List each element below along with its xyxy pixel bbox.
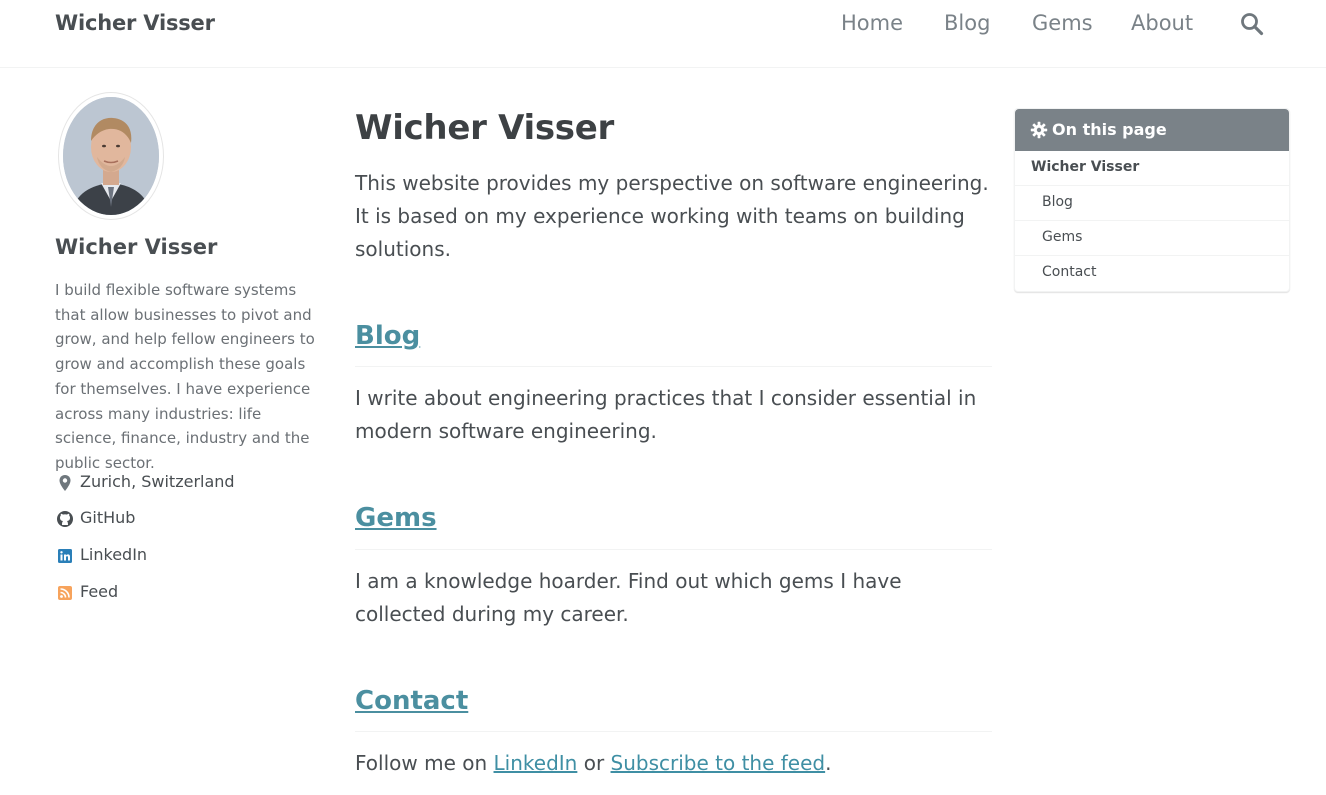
map-marker-icon xyxy=(56,474,74,492)
divider xyxy=(355,549,992,550)
nav-gems[interactable]: Gems xyxy=(1032,11,1093,35)
intro-text: This website provides my perspective on … xyxy=(355,171,989,261)
github-label: GitHub xyxy=(80,508,136,527)
toc-title: On this page xyxy=(1052,120,1167,139)
toc-header: On this page xyxy=(1015,109,1289,151)
nav-blog[interactable]: Blog xyxy=(944,11,990,35)
gems-text: I am a knowledge hoarder. Find out which… xyxy=(355,569,902,626)
author-bio: I build flexible software systems that a… xyxy=(55,281,315,472)
search-icon[interactable] xyxy=(1240,12,1264,36)
blog-heading-link[interactable]: Blog xyxy=(355,321,420,351)
gear-icon xyxy=(1030,121,1048,139)
toc-item-gems[interactable]: Gems xyxy=(1015,221,1289,256)
site-title[interactable]: Wicher Visser xyxy=(55,11,215,35)
toc-item-label: Wicher Visser xyxy=(1031,159,1140,175)
github-icon xyxy=(56,510,74,528)
section-heading-blog: Blog xyxy=(355,321,420,351)
feed-label: Feed xyxy=(80,582,119,601)
author-photo xyxy=(63,97,159,215)
contact-heading-link[interactable]: Contact xyxy=(355,686,468,716)
gems-heading-link[interactable]: Gems xyxy=(355,503,437,533)
author-name: Wicher Visser xyxy=(55,235,218,259)
avatar xyxy=(58,92,164,220)
blog-text: I write about engineering practices that… xyxy=(355,386,977,443)
location-label: Zurich, Switzerland xyxy=(80,472,235,491)
toc: On this page Wicher Visser Blog Gems Con… xyxy=(1014,108,1290,292)
section-heading-contact: Contact xyxy=(355,686,468,716)
toc-item-contact[interactable]: Contact xyxy=(1015,256,1289,291)
rss-icon xyxy=(56,584,74,602)
linkedin-link[interactable]: LinkedIn xyxy=(494,751,578,775)
toc-item-wicher-visser[interactable]: Wicher Visser xyxy=(1015,151,1289,186)
contact-text-before: Follow me on xyxy=(355,751,494,775)
masthead: Wicher Visser Home Blog Gems About xyxy=(0,0,1326,68)
divider xyxy=(355,731,992,732)
nav-home[interactable]: Home xyxy=(841,11,903,35)
nav-about[interactable]: About xyxy=(1131,11,1193,35)
section-heading-gems: Gems xyxy=(355,503,437,533)
contact-text: Follow me on LinkedIn or Subscribe to th… xyxy=(355,747,992,780)
toc-item-label: Contact xyxy=(1042,264,1097,280)
divider xyxy=(355,366,992,367)
toc-item-label: Blog xyxy=(1042,194,1073,210)
contact-text-after: . xyxy=(825,751,832,775)
linkedin-icon xyxy=(56,547,74,565)
toc-item-label: Gems xyxy=(1042,229,1083,245)
feed-link[interactable]: Subscribe to the feed xyxy=(611,751,826,775)
linkedin-label: LinkedIn xyxy=(80,545,148,564)
toc-item-blog[interactable]: Blog xyxy=(1015,186,1289,221)
page-title: Wicher Visser xyxy=(355,108,614,148)
contact-text-mid: or xyxy=(577,751,611,775)
